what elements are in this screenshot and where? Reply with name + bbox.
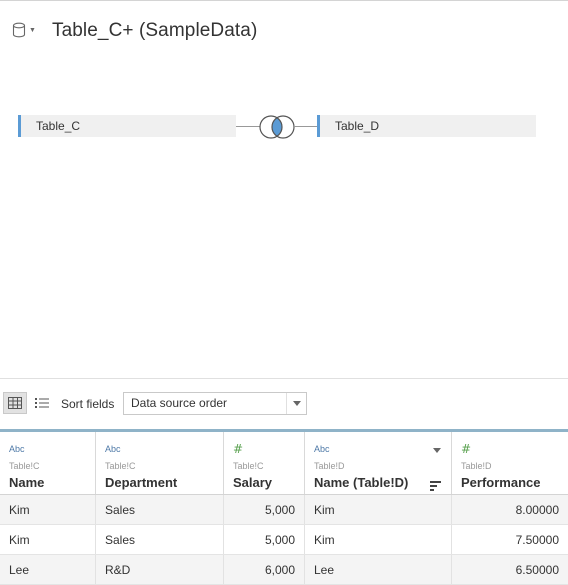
grid-view-button[interactable] (3, 392, 27, 414)
table-cell[interactable]: Kim (0, 525, 96, 554)
join-connector-right (294, 126, 317, 127)
string-type-icon[interactable]: Abc (105, 444, 121, 454)
table-cell[interactable]: Kim (305, 495, 452, 524)
column-header-salary[interactable]: # Table!C Salary (224, 432, 305, 494)
column-name: Name (Table!D) (314, 475, 409, 490)
sort-fields-value: Data source order (131, 396, 228, 410)
canvas-divider (0, 378, 568, 379)
datasource-menu-button[interactable]: ▼ (12, 22, 36, 38)
column-name: Salary (233, 475, 273, 490)
table-cell[interactable]: Lee (305, 555, 452, 584)
list-icon (35, 398, 49, 408)
column-name: Department (105, 475, 178, 490)
table-row: Kim Sales 5,000 Kim 8.00000 (0, 495, 568, 525)
database-icon (12, 22, 26, 38)
data-grid: Abc Table!C Name Abc Table!C Department … (0, 429, 568, 585)
column-menu-dropdown[interactable] (433, 448, 441, 453)
number-type-icon[interactable]: # (233, 442, 243, 456)
table-row: Kim Sales 5,000 Kim 7.50000 (0, 525, 568, 555)
grid-header: Abc Table!C Name Abc Table!C Department … (0, 429, 568, 495)
grid-icon (8, 397, 22, 409)
sort-fields-label: Sort fields (61, 397, 115, 411)
table-cell[interactable]: Kim (305, 525, 452, 554)
sort-icon[interactable] (430, 478, 441, 496)
table-cell[interactable]: Lee (0, 555, 96, 584)
table-cell[interactable]: 6,000 (224, 555, 305, 584)
string-type-icon[interactable]: Abc (9, 444, 25, 454)
table-d-pill[interactable]: Table_D (317, 115, 536, 137)
table-cell[interactable]: 7.50000 (452, 525, 568, 554)
column-header-name[interactable]: Abc Table!C Name (0, 432, 96, 494)
table-cell[interactable]: Sales (96, 495, 224, 524)
chevron-down-icon (286, 393, 306, 414)
table-cell[interactable]: Sales (96, 525, 224, 554)
number-type-icon[interactable]: # (461, 442, 471, 456)
table-c-pill[interactable]: Table_C (18, 115, 236, 137)
table-cell[interactable]: R&D (96, 555, 224, 584)
table-row: Lee R&D 6,000 Lee 6.50000 (0, 555, 568, 585)
column-header-name-table-d[interactable]: Abc Table!D Name (Table!D) (305, 432, 452, 494)
page-title: Table_C+ (SampleData) (52, 20, 258, 41)
inner-join-icon[interactable] (257, 114, 297, 145)
column-source: Table!C (105, 461, 136, 471)
string-type-icon[interactable]: Abc (314, 444, 330, 454)
table-cell[interactable]: 8.00000 (452, 495, 568, 524)
table-cell[interactable]: 5,000 (224, 525, 305, 554)
table-cell[interactable]: 6.50000 (452, 555, 568, 584)
column-source: Table!C (9, 461, 40, 471)
column-name: Name (9, 475, 45, 490)
table-cell[interactable]: Kim (0, 495, 96, 524)
column-name: Performance (461, 475, 541, 490)
column-source: Table!C (233, 461, 264, 471)
column-header-department[interactable]: Abc Table!C Department (96, 432, 224, 494)
chevron-down-icon: ▼ (29, 26, 36, 34)
list-view-button[interactable] (30, 392, 54, 414)
sort-fields-select[interactable]: Data source order (123, 392, 307, 415)
column-header-performance[interactable]: # Table!D Performance (452, 432, 568, 494)
table-cell[interactable]: 5,000 (224, 495, 305, 524)
grid-body: Kim Sales 5,000 Kim 8.00000 Kim Sales 5,… (0, 495, 568, 585)
column-source: Table!D (461, 461, 492, 471)
top-border (0, 0, 568, 1)
column-source: Table!D (314, 461, 345, 471)
